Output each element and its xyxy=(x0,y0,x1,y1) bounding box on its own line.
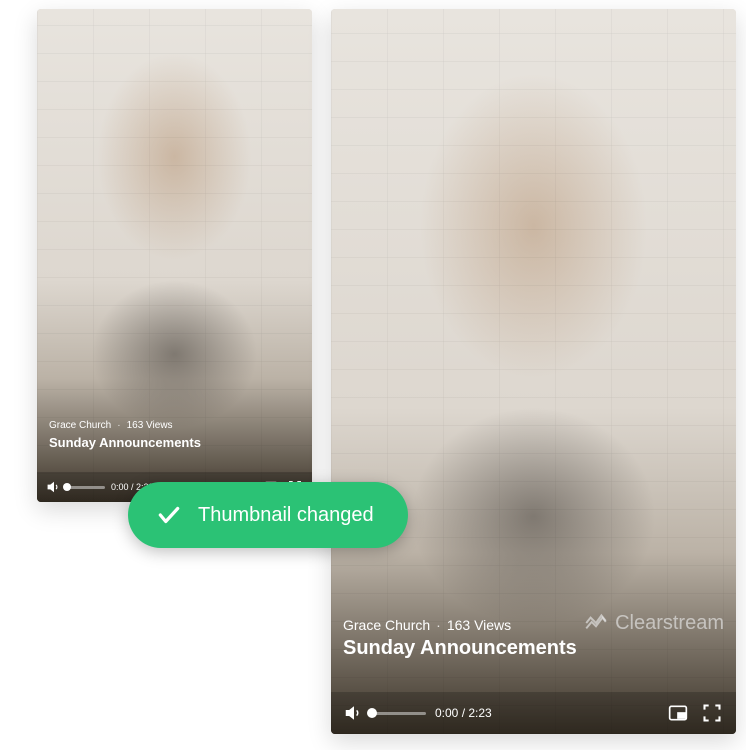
volume-icon xyxy=(47,480,61,494)
toast-notification: Thumbnail changed xyxy=(128,482,408,548)
video-title: Sunday Announcements xyxy=(49,435,300,450)
video-title: Sunday Announcements xyxy=(343,637,724,660)
seek-handle[interactable] xyxy=(367,708,377,718)
seek-bar[interactable] xyxy=(67,486,105,489)
meta-separator: · xyxy=(436,617,441,633)
right-controls xyxy=(668,703,722,723)
channel-name: Grace Church xyxy=(49,420,111,431)
volume-icon xyxy=(345,704,363,722)
video-meta-line: Grace Church · 163 Views xyxy=(49,420,300,431)
seek-bar[interactable] xyxy=(372,712,426,715)
seek-handle[interactable] xyxy=(63,483,71,491)
video-info-overlay: Grace Church · 163 Views Sunday Announce… xyxy=(331,617,736,660)
player-controls-bar: 0:00 / 2:23 xyxy=(331,692,736,734)
view-count: 163 Views xyxy=(127,420,173,431)
meta-separator: · xyxy=(117,420,120,431)
view-count: 163 Views xyxy=(447,617,511,633)
fullscreen-button[interactable] xyxy=(702,703,722,723)
video-card-small: Grace Church · 163 Views Sunday Announce… xyxy=(37,9,312,502)
volume-button[interactable] xyxy=(47,480,61,494)
pip-icon xyxy=(668,703,688,723)
fullscreen-icon xyxy=(702,703,722,723)
checkmark-icon xyxy=(156,502,182,528)
video-meta-line: Grace Church · 163 Views xyxy=(343,617,724,633)
channel-name: Grace Church xyxy=(343,617,430,633)
toast-message: Thumbnail changed xyxy=(198,504,374,527)
video-content: Clearstream Grace Church · 163 Views Sun… xyxy=(331,9,736,734)
volume-button[interactable] xyxy=(345,704,363,722)
video-info-overlay: Grace Church · 163 Views Sunday Announce… xyxy=(37,420,312,450)
time-display: 0:00 / 2:23 xyxy=(435,706,668,720)
video-card-large: Clearstream Grace Church · 163 Views Sun… xyxy=(331,9,736,734)
video-content: Grace Church · 163 Views Sunday Announce… xyxy=(37,9,312,502)
pip-button[interactable] xyxy=(668,703,688,723)
